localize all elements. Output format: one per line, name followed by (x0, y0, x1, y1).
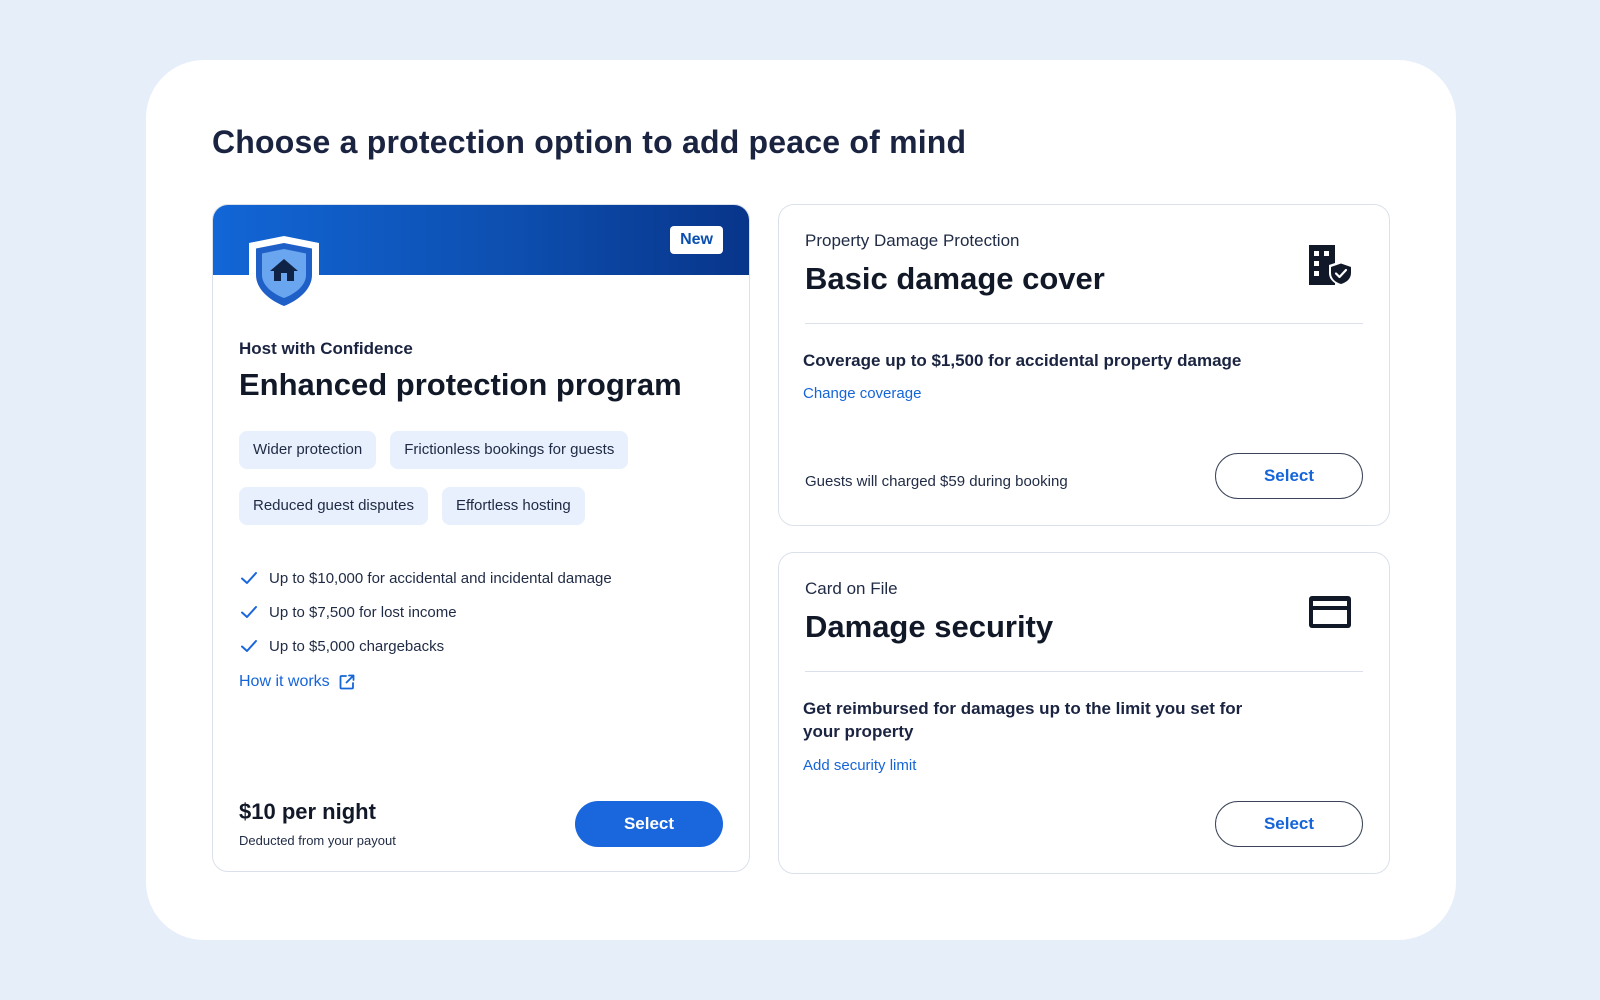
benefit-text: Up to $7,500 for lost income (269, 603, 457, 621)
card-overline: Card on File (805, 579, 898, 598)
feature-chip: Effortless hosting (441, 487, 585, 525)
how-it-works-link[interactable]: How it works (239, 673, 356, 691)
guest-charge-note: Guests will charged $59 during booking (805, 473, 1068, 490)
card-divider (805, 671, 1363, 672)
benefit-list: Up to $10,000 for accidental and inciden… (239, 561, 612, 663)
benefit-item: Up to $10,000 for accidental and inciden… (239, 561, 612, 595)
benefit-item: Up to $5,000 chargebacks (239, 629, 612, 663)
benefit-text: Up to $10,000 for accidental and inciden… (269, 569, 612, 587)
card-description: Coverage up to $1,500 for accidental pro… (803, 351, 1242, 370)
check-icon (241, 572, 257, 584)
page-title: Choose a protection option to add peace … (212, 124, 967, 160)
card-title: Damage security (805, 609, 1054, 644)
featured-title: Enhanced protection program (239, 367, 682, 402)
credit-card-icon (1309, 596, 1351, 628)
how-it-works-label: How it works (239, 673, 330, 690)
select-enhanced-button[interactable]: Select (575, 801, 723, 847)
feature-chip: Reduced guest disputes (239, 487, 428, 525)
protection-options-panel: Choose a protection option to add peace … (146, 60, 1456, 940)
card-divider (805, 323, 1363, 324)
benefit-item: Up to $7,500 for lost income (239, 595, 612, 629)
damage-security-card: Card on File Damage security Get reimbur… (778, 552, 1390, 874)
add-security-limit-link[interactable]: Add security limit (803, 757, 916, 774)
enhanced-protection-card: New Host with Confidence Enhanced protec… (212, 204, 750, 872)
new-badge: New (670, 226, 723, 254)
shield-home-icon (249, 236, 319, 313)
benefit-text: Up to $5,000 chargebacks (269, 637, 445, 655)
check-icon (241, 606, 257, 618)
building-shield-icon (1309, 245, 1353, 286)
featured-overline: Host with Confidence (239, 339, 413, 358)
check-icon (241, 640, 257, 652)
feature-chip: Frictionless bookings for guests (390, 431, 629, 469)
card-description: Get reimbursed for damages up to the lim… (803, 699, 1243, 741)
feature-chip: Wider protection (239, 431, 377, 469)
basic-damage-card: Property Damage Protection Basic damage … (778, 204, 1390, 526)
external-link-icon (339, 674, 355, 690)
price-note: Deducted from your payout (239, 833, 396, 848)
card-overline: Property Damage Protection (805, 231, 1020, 250)
price: $10 per night (239, 799, 376, 824)
change-coverage-link[interactable]: Change coverage (803, 385, 921, 402)
select-basic-button[interactable]: Select (1215, 453, 1363, 499)
card-title: Basic damage cover (805, 261, 1105, 296)
select-security-button[interactable]: Select (1215, 801, 1363, 847)
